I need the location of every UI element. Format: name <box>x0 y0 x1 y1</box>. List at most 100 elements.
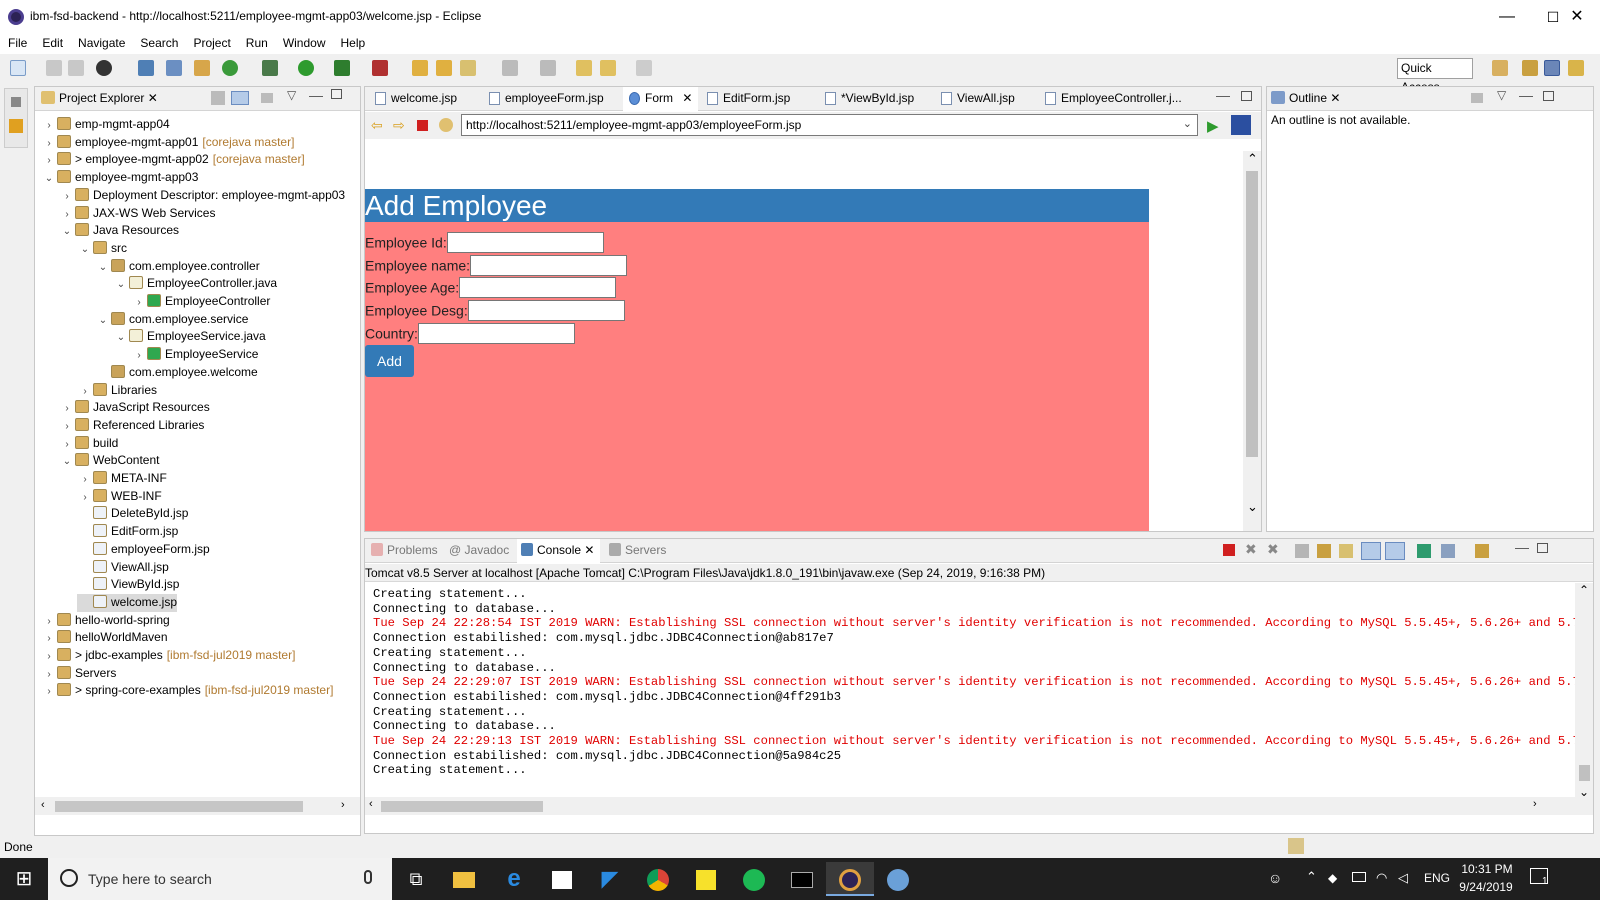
tree-item[interactable]: ⌄ com.employee.controller <box>95 258 260 276</box>
run-icon[interactable] <box>298 60 314 76</box>
open-perspective-icon[interactable] <box>1492 60 1508 76</box>
last-edit-icon[interactable] <box>576 60 592 76</box>
close-icon[interactable]: ✕ <box>148 91 158 105</box>
volume-icon[interactable]: ◁ <box>1398 870 1408 886</box>
chevron-right-icon[interactable]: › <box>41 152 57 169</box>
store-icon[interactable] <box>538 862 586 896</box>
tree-item[interactable]: ViewById.jsp <box>77 576 179 594</box>
tree-item[interactable]: com.employee.welcome <box>95 364 258 382</box>
sort-icon[interactable] <box>1471 93 1483 103</box>
editor-tab[interactable]: EditForm.jsp <box>701 87 790 111</box>
chevron-right-icon[interactable]: › <box>131 294 147 311</box>
close-button[interactable]: ✕ <box>1554 0 1600 34</box>
menu-project[interactable]: Project <box>185 34 237 50</box>
profile-icon[interactable] <box>96 60 112 76</box>
show-stdout-icon[interactable] <box>1361 542 1381 560</box>
tree-item[interactable]: ⌄ EmployeeService.java <box>113 328 266 346</box>
chevron-down-icon[interactable]: ⌄ <box>41 170 57 187</box>
field-input[interactable] <box>417 322 575 344</box>
tree-item[interactable]: ⌄ com.employee.service <box>95 311 248 329</box>
menu-file[interactable]: File <box>0 34 34 50</box>
spotify-icon[interactable] <box>730 862 778 896</box>
menu-navigate[interactable]: Navigate <box>70 34 132 50</box>
field-input[interactable] <box>446 232 604 253</box>
view-menu-icon[interactable]: ▽ <box>287 88 296 102</box>
tab-console[interactable]: Console ✕ <box>517 539 601 563</box>
debug-icon[interactable] <box>262 60 278 76</box>
scroll-up-icon[interactable]: ⌃ <box>1247 151 1258 167</box>
java-perspective-icon[interactable] <box>1544 60 1560 76</box>
menu-help[interactable]: Help <box>333 34 373 50</box>
file-explorer-icon[interactable] <box>440 862 488 896</box>
close-icon[interactable]: ✕ <box>1330 91 1340 105</box>
vertical-scrollbar[interactable]: ⌃ ⌄ <box>1243 151 1261 531</box>
chevron-down-icon[interactable]: ⌄ <box>113 276 129 293</box>
taskbar-search-box[interactable]: Type here to search <box>48 858 392 900</box>
terminal-icon[interactable] <box>778 862 826 896</box>
back-icon[interactable] <box>600 60 616 76</box>
close-icon[interactable]: ✕ <box>584 543 594 557</box>
tree-item[interactable]: welcome.jsp <box>77 593 178 612</box>
tree-item[interactable]: › META-INF <box>77 470 167 488</box>
tree-item[interactable]: › WEB-INF <box>77 488 162 506</box>
maximize-view-icon[interactable] <box>1537 543 1548 553</box>
go-icon[interactable]: ▶ <box>1207 117 1219 135</box>
tree-item[interactable]: EditForm.jsp <box>77 523 178 541</box>
browser-icon[interactable] <box>1231 115 1251 135</box>
vscode-icon[interactable]: ◤ <box>586 862 634 896</box>
windows-start-icon[interactable]: ⊞ <box>0 862 48 896</box>
project-explorer-tab[interactable]: Project Explorer ✕ <box>41 91 158 105</box>
wifi-icon[interactable]: ◠ <box>1376 870 1387 886</box>
heap-status-icon[interactable] <box>1288 838 1304 854</box>
tree-item[interactable]: › Servers <box>41 665 116 683</box>
restore-icon[interactable] <box>11 97 21 107</box>
open-type-icon[interactable] <box>412 60 428 76</box>
url-field[interactable]: http://localhost:5211/employee-mgmt-app0… <box>461 114 1198 136</box>
tree-item[interactable]: employeeForm.jsp <box>77 541 210 559</box>
people-icon[interactable]: ☺ <box>1268 870 1282 886</box>
chevron-down-icon[interactable]: ⌄ <box>59 223 75 240</box>
dropbox-icon[interactable]: ◆ <box>1328 871 1337 885</box>
tree-item[interactable]: › hello-world-spring <box>41 612 170 630</box>
chevron-right-icon[interactable]: › <box>77 383 93 400</box>
maximize-view-icon[interactable] <box>331 89 342 99</box>
field-input[interactable] <box>470 254 628 276</box>
scroll-thumb[interactable] <box>381 801 543 812</box>
menu-run[interactable]: Run <box>238 34 275 50</box>
java-ee-perspective-icon[interactable] <box>1522 60 1538 76</box>
chevron-down-icon[interactable]: ⌄ <box>59 453 75 470</box>
open-task-icon[interactable] <box>436 60 452 76</box>
chrome-icon[interactable] <box>634 862 682 896</box>
editor-tab[interactable]: EmployeeController.j... <box>1039 87 1182 111</box>
chevron-right-icon[interactable]: › <box>41 666 57 683</box>
maximize-view-icon[interactable] <box>1543 91 1554 101</box>
tree-item[interactable]: ⌄ employee-mgmt-app03 <box>41 169 198 187</box>
chevron-right-icon[interactable]: › <box>77 489 93 506</box>
menu-window[interactable]: Window <box>275 34 333 50</box>
external-tools-icon[interactable] <box>372 60 388 76</box>
tree-item[interactable]: › EmployeeService <box>131 346 258 364</box>
battery-icon[interactable] <box>1352 872 1366 882</box>
scroll-lock-icon[interactable] <box>1317 544 1331 558</box>
chevron-right-icon[interactable]: › <box>59 436 75 453</box>
tree-item[interactable]: › > jdbc-examples [ibm-fsd-jul2019 master] <box>41 647 295 665</box>
skip-breakpoints-icon[interactable] <box>166 60 182 76</box>
chevron-down-icon[interactable]: ⌄ <box>113 329 129 346</box>
tree-item[interactable]: › JavaScript Resources <box>59 399 210 417</box>
tree-item[interactable]: › employee-mgmt-app01 [corejava master] <box>41 134 294 152</box>
remove-launch-icon[interactable]: ✖ <box>1245 541 1257 558</box>
menu-edit[interactable]: Edit <box>34 34 70 50</box>
show-stderr-icon[interactable] <box>1385 542 1405 560</box>
tree-item[interactable]: › emp-mgmt-app04 <box>41 116 170 134</box>
stop-icon[interactable] <box>417 120 428 131</box>
add-button[interactable]: Add <box>365 345 414 377</box>
refresh-icon[interactable] <box>439 118 453 132</box>
tab-javadoc[interactable]: @ Javadoc <box>449 543 509 557</box>
tree-item[interactable]: › > employee-mgmt-app02 [corejava master] <box>41 151 305 169</box>
editor-tab[interactable]: Form ✕ <box>623 87 699 111</box>
server-icon[interactable] <box>194 60 210 76</box>
chevron-up-icon[interactable]: ⌃ <box>1306 869 1317 885</box>
field-input[interactable] <box>467 300 625 322</box>
coverage-icon[interactable] <box>334 60 350 76</box>
tree-item[interactable]: ⌄ EmployeeController.java <box>113 275 277 293</box>
